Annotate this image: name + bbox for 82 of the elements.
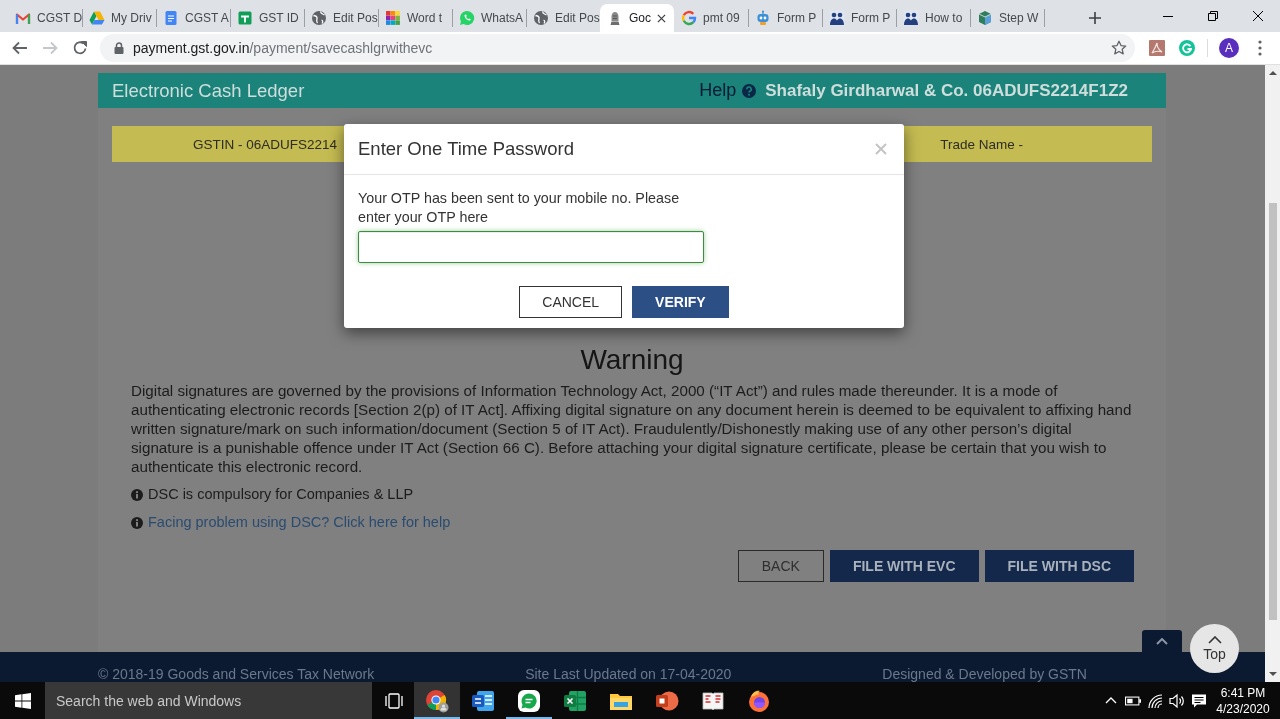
taxpayer-name: Shafaly Girdharwal & Co. 06ADUFS2214F1Z2 — [765, 80, 1128, 101]
profile-avatar[interactable]: A — [1219, 38, 1239, 58]
file-button[interactable]: FILE WITH EVC — [829, 550, 979, 582]
note-text: DSC is compulsory for Companies & LLP — [148, 485, 414, 504]
more-menu-icon[interactable] — [1258, 40, 1262, 56]
browser-tab[interactable]: My Driv — [82, 4, 156, 32]
help-icon[interactable] — [742, 83, 757, 98]
dialog-title: Enter One Time Password — [358, 138, 574, 160]
lock-icon — [114, 42, 124, 54]
back-arrow-icon[interactable] — [12, 40, 28, 56]
close-icon[interactable] — [657, 13, 666, 23]
gstin-text: GSTIN - 06ADUFS2214 — [193, 136, 338, 152]
address-bar[interactable]: payment.gst.gov.in/payment/savecashlgrwithevc — [100, 34, 1135, 62]
start-icon[interactable] — [14, 692, 31, 709]
browser-tab[interactable]: GST ID — [230, 4, 304, 32]
close-icon[interactable] — [1252, 11, 1263, 21]
trade-name-text: Trade Name - — [940, 136, 1023, 152]
clock-time[interactable]: 6:41 PM — [1220, 684, 1266, 701]
browser-tab[interactable]: Step W — [970, 4, 1044, 32]
browser-tab[interactable]: Goc — [600, 4, 674, 32]
dialog-message: Your OTP has been sent to your mobile no. Please enter your OTP here — [358, 189, 681, 227]
last-updated-text: Site Last Updated on 17-04-2020 — [525, 666, 732, 682]
help-link[interactable]: Help — [699, 80, 737, 101]
document-icon — [163, 10, 179, 26]
restore-icon[interactable] — [1207, 11, 1218, 21]
taskbar-app-button[interactable] — [414, 682, 460, 719]
copyright-text: © 2018-19 Goods and Services Tax Network — [98, 666, 375, 682]
browser-tab[interactable]: Edit Pos — [304, 4, 378, 32]
flame-globe-icon — [747, 688, 771, 713]
file-button[interactable]: FILE WITH DSC — [984, 550, 1134, 582]
wifi-icon[interactable] — [1147, 692, 1163, 709]
scrollbar-thumb[interactable] — [1268, 203, 1277, 620]
minimize-icon[interactable] — [1162, 15, 1173, 17]
browser-tab[interactable]: pmt 09 — [674, 4, 748, 32]
chat-bubble-icon — [459, 10, 475, 26]
browser-tab[interactable]: Word t — [378, 4, 452, 32]
warning-heading: Warning — [579, 343, 685, 377]
credit-text: Designed & Developed by GSTN — [882, 666, 1087, 682]
people-icon — [903, 10, 919, 26]
browser-tab[interactable]: CGST D — [8, 4, 82, 32]
scroll-up-arrow-icon[interactable] — [1268, 71, 1277, 75]
browser-tab[interactable]: Form P — [822, 4, 896, 32]
warning-text: Digital signatures are governed by the provisions of Information Technology Act, 2000 (“IT Act”) and rules made thereunder. It is a mode of authenticating electronic records [Section 2(p) of IT Act]. Affixing digital signature on any document herein is deemed to be equivalent to affixing hand written signature/mark on such information/document (Section 5 of IT Act). Fraudulently/Dishonestly making use of any other person’s digital signature is a punishable offence under IT Act (Section 66 C). Before attaching your digital signature certificate, please be certain that you wish to authenticate this electronic record. — [131, 381, 1133, 476]
notification-icon[interactable] — [1191, 692, 1207, 709]
scroll-down-arrow-icon[interactable] — [1268, 672, 1277, 676]
g-mark-icon — [681, 10, 697, 26]
browser-tab[interactable]: CGST A — [156, 4, 230, 32]
cube-icon — [977, 10, 993, 26]
tile-grid-icon — [385, 10, 401, 26]
browser-tab[interactable]: Form P — [748, 4, 822, 32]
otp-input-field[interactable] — [358, 231, 704, 263]
scroll-up-button[interactable] — [1142, 630, 1182, 652]
star-icon[interactable] — [1111, 40, 1127, 56]
document-app-icon — [471, 688, 495, 713]
taskbar-search-field[interactable]: Search the web and Windows — [45, 682, 372, 719]
info-icon — [131, 488, 143, 501]
cancel-button[interactable]: CANCEL — [519, 286, 623, 318]
page-title: Electronic Cash Ledger — [112, 79, 305, 102]
browser-icon — [425, 688, 449, 713]
chat-app-icon — [517, 688, 541, 713]
new-tab-icon[interactable] — [1089, 12, 1101, 24]
chevron-up-icon — [1207, 635, 1222, 644]
spreadsheet-app-icon — [563, 688, 587, 713]
browser-tab[interactable]: Edit Pos — [526, 4, 600, 32]
people-icon — [829, 10, 845, 26]
globe-icon — [533, 10, 549, 26]
chevron-up-icon[interactable] — [1105, 697, 1117, 704]
browser-tab[interactable]: How to — [896, 4, 970, 32]
mail-icon — [15, 10, 31, 26]
clock-date[interactable]: 4/23/2020 — [1216, 700, 1270, 717]
verify-button[interactable]: VERIFY — [632, 286, 729, 318]
volume-icon[interactable] — [1169, 692, 1185, 709]
browser-tab[interactable]: WhatsA — [452, 4, 526, 32]
reload-icon[interactable] — [72, 40, 88, 56]
triangle-icon — [89, 10, 105, 26]
pdf-icon[interactable] — [1149, 40, 1165, 56]
globe-icon — [311, 10, 327, 26]
robot-icon — [755, 10, 771, 26]
task-view-icon[interactable] — [385, 692, 403, 709]
spreadsheet-icon — [237, 10, 253, 26]
caret-up-icon — [1156, 637, 1168, 645]
info-icon — [131, 516, 143, 529]
